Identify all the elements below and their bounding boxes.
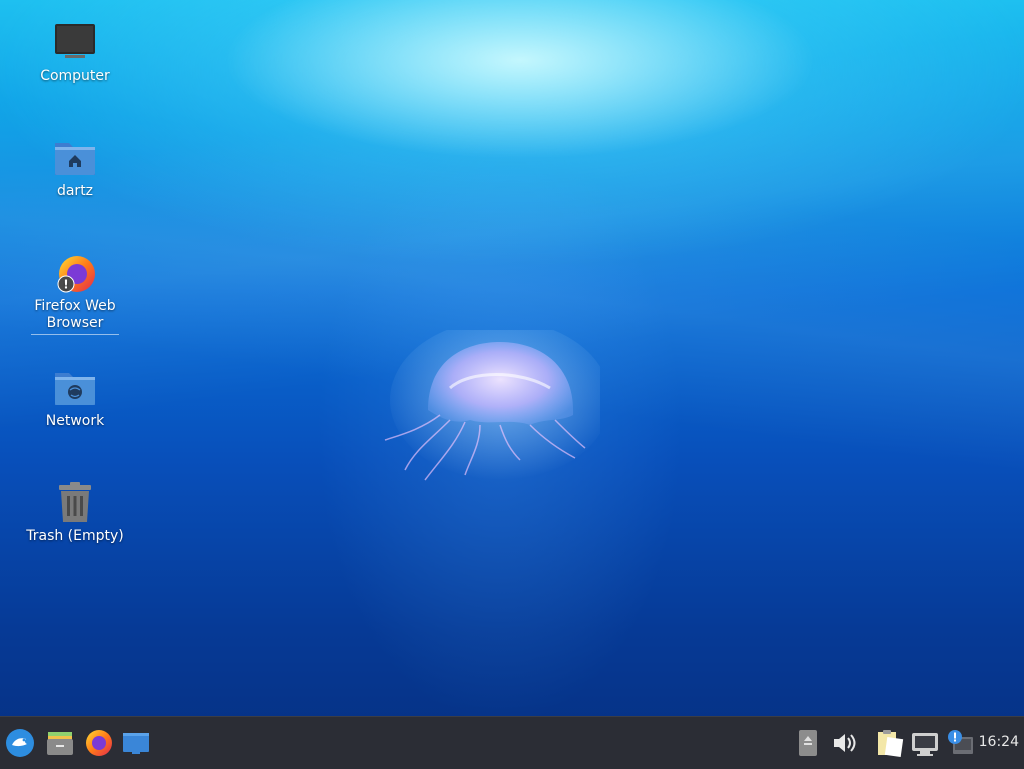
wallpaper-rays xyxy=(0,0,1024,716)
show-desktop-icon xyxy=(123,733,149,754)
whisker-menu-icon xyxy=(6,729,34,757)
clock[interactable]: 16:24 xyxy=(979,734,1019,750)
home-folder-icon xyxy=(53,135,97,179)
svg-text:!: ! xyxy=(63,278,68,292)
desktop-icon-trash[interactable]: Trash (Empty) xyxy=(25,480,125,545)
wallpaper-jellyfish xyxy=(384,330,600,481)
clipboard-button[interactable] xyxy=(872,726,906,760)
desktop-icon-firefox[interactable]: ! Firefox Web Browser xyxy=(25,250,125,335)
removable-drive-button[interactable] xyxy=(791,726,825,760)
desktop-icon-label: Computer xyxy=(40,68,110,84)
selection-underline xyxy=(31,334,119,335)
network-folder-icon xyxy=(53,365,97,409)
desktop-icon-network[interactable]: Network xyxy=(25,365,125,430)
firefox-icon: ! xyxy=(53,250,97,294)
network-button[interactable] xyxy=(908,726,942,760)
file-manager-launcher[interactable] xyxy=(43,726,77,760)
volume-button[interactable] xyxy=(827,726,861,760)
trash-icon xyxy=(53,480,97,524)
network-icon xyxy=(912,733,938,756)
removable-drive-icon xyxy=(799,730,817,756)
firefox-launcher[interactable] xyxy=(82,726,116,760)
taskbar: 16:24 xyxy=(0,716,1024,769)
clipboard-icon xyxy=(878,730,904,758)
whisker-menu-button[interactable] xyxy=(3,726,37,760)
desktop-icon-label: dartz xyxy=(56,183,94,199)
show-desktop-button[interactable] xyxy=(119,726,153,760)
desktop-icon-label: Trash (Empty) xyxy=(26,528,124,544)
desktop-icon-label: Network xyxy=(45,413,105,429)
desktop-icon-label-line2: Browser xyxy=(46,315,104,331)
file-manager-icon xyxy=(47,732,73,755)
computer-icon xyxy=(53,20,97,64)
volume-icon xyxy=(834,734,856,752)
desktop-icon-computer[interactable]: Computer xyxy=(25,20,125,85)
desktop-icon-home-folder[interactable]: dartz xyxy=(25,135,125,200)
notification-button[interactable] xyxy=(944,726,978,760)
firefox-icon xyxy=(86,730,112,756)
notification-icon xyxy=(948,730,973,754)
desktop-icon-label-line1: Firefox Web xyxy=(34,298,116,314)
